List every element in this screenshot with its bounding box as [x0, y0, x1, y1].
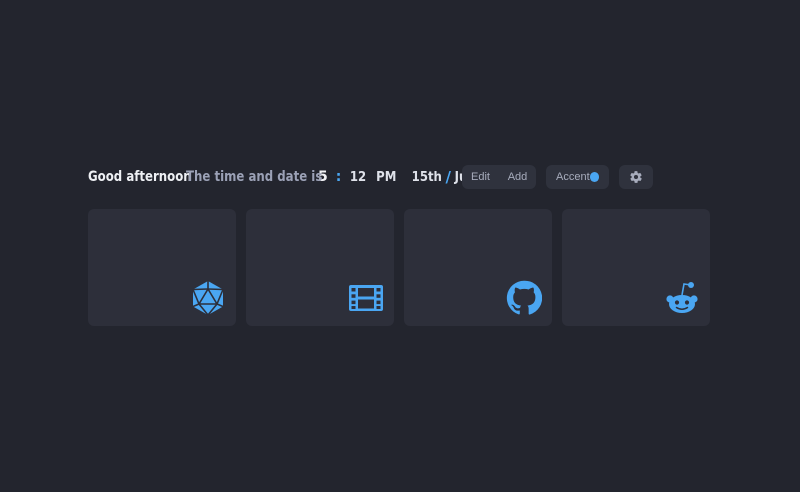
- settings-button[interactable]: [619, 165, 653, 189]
- startpage: Good afternoon The time and date is 5 : …: [0, 0, 800, 492]
- greeting-text: Good afternoon: [88, 169, 192, 185]
- accent-color-dot: [589, 172, 599, 182]
- d20-dice-icon: [192, 281, 224, 316]
- shortcut-card-reddit[interactable]: [562, 209, 710, 326]
- github-icon: [506, 280, 542, 315]
- header-bar: Good afternoon The time and date is 5 : …: [88, 163, 484, 191]
- reddit-icon: [666, 282, 698, 313]
- shortcut-cards: [88, 209, 710, 326]
- datetime-intro-text: The time and date is: [186, 169, 323, 185]
- accent-label: Accent: [556, 171, 590, 183]
- edit-add-group: Edit Add: [462, 165, 536, 189]
- clock-ampm: PM: [376, 169, 397, 185]
- clock-separator: :: [335, 169, 342, 185]
- accent-toggle[interactable]: Accent: [546, 165, 609, 189]
- add-button[interactable]: Add: [499, 171, 536, 183]
- shortcut-card-film[interactable]: [246, 209, 394, 326]
- date-day: 15th: [411, 169, 442, 185]
- clock: 5 : 12 PM 15th / June: [318, 168, 484, 186]
- date-separator: /: [445, 168, 451, 186]
- shortcut-card-dice[interactable]: [88, 209, 236, 326]
- edit-button[interactable]: Edit: [462, 171, 499, 183]
- film-icon: [349, 285, 383, 311]
- clock-minute: 12: [350, 169, 367, 185]
- gear-icon: [630, 171, 642, 183]
- shortcut-card-github[interactable]: [404, 209, 552, 326]
